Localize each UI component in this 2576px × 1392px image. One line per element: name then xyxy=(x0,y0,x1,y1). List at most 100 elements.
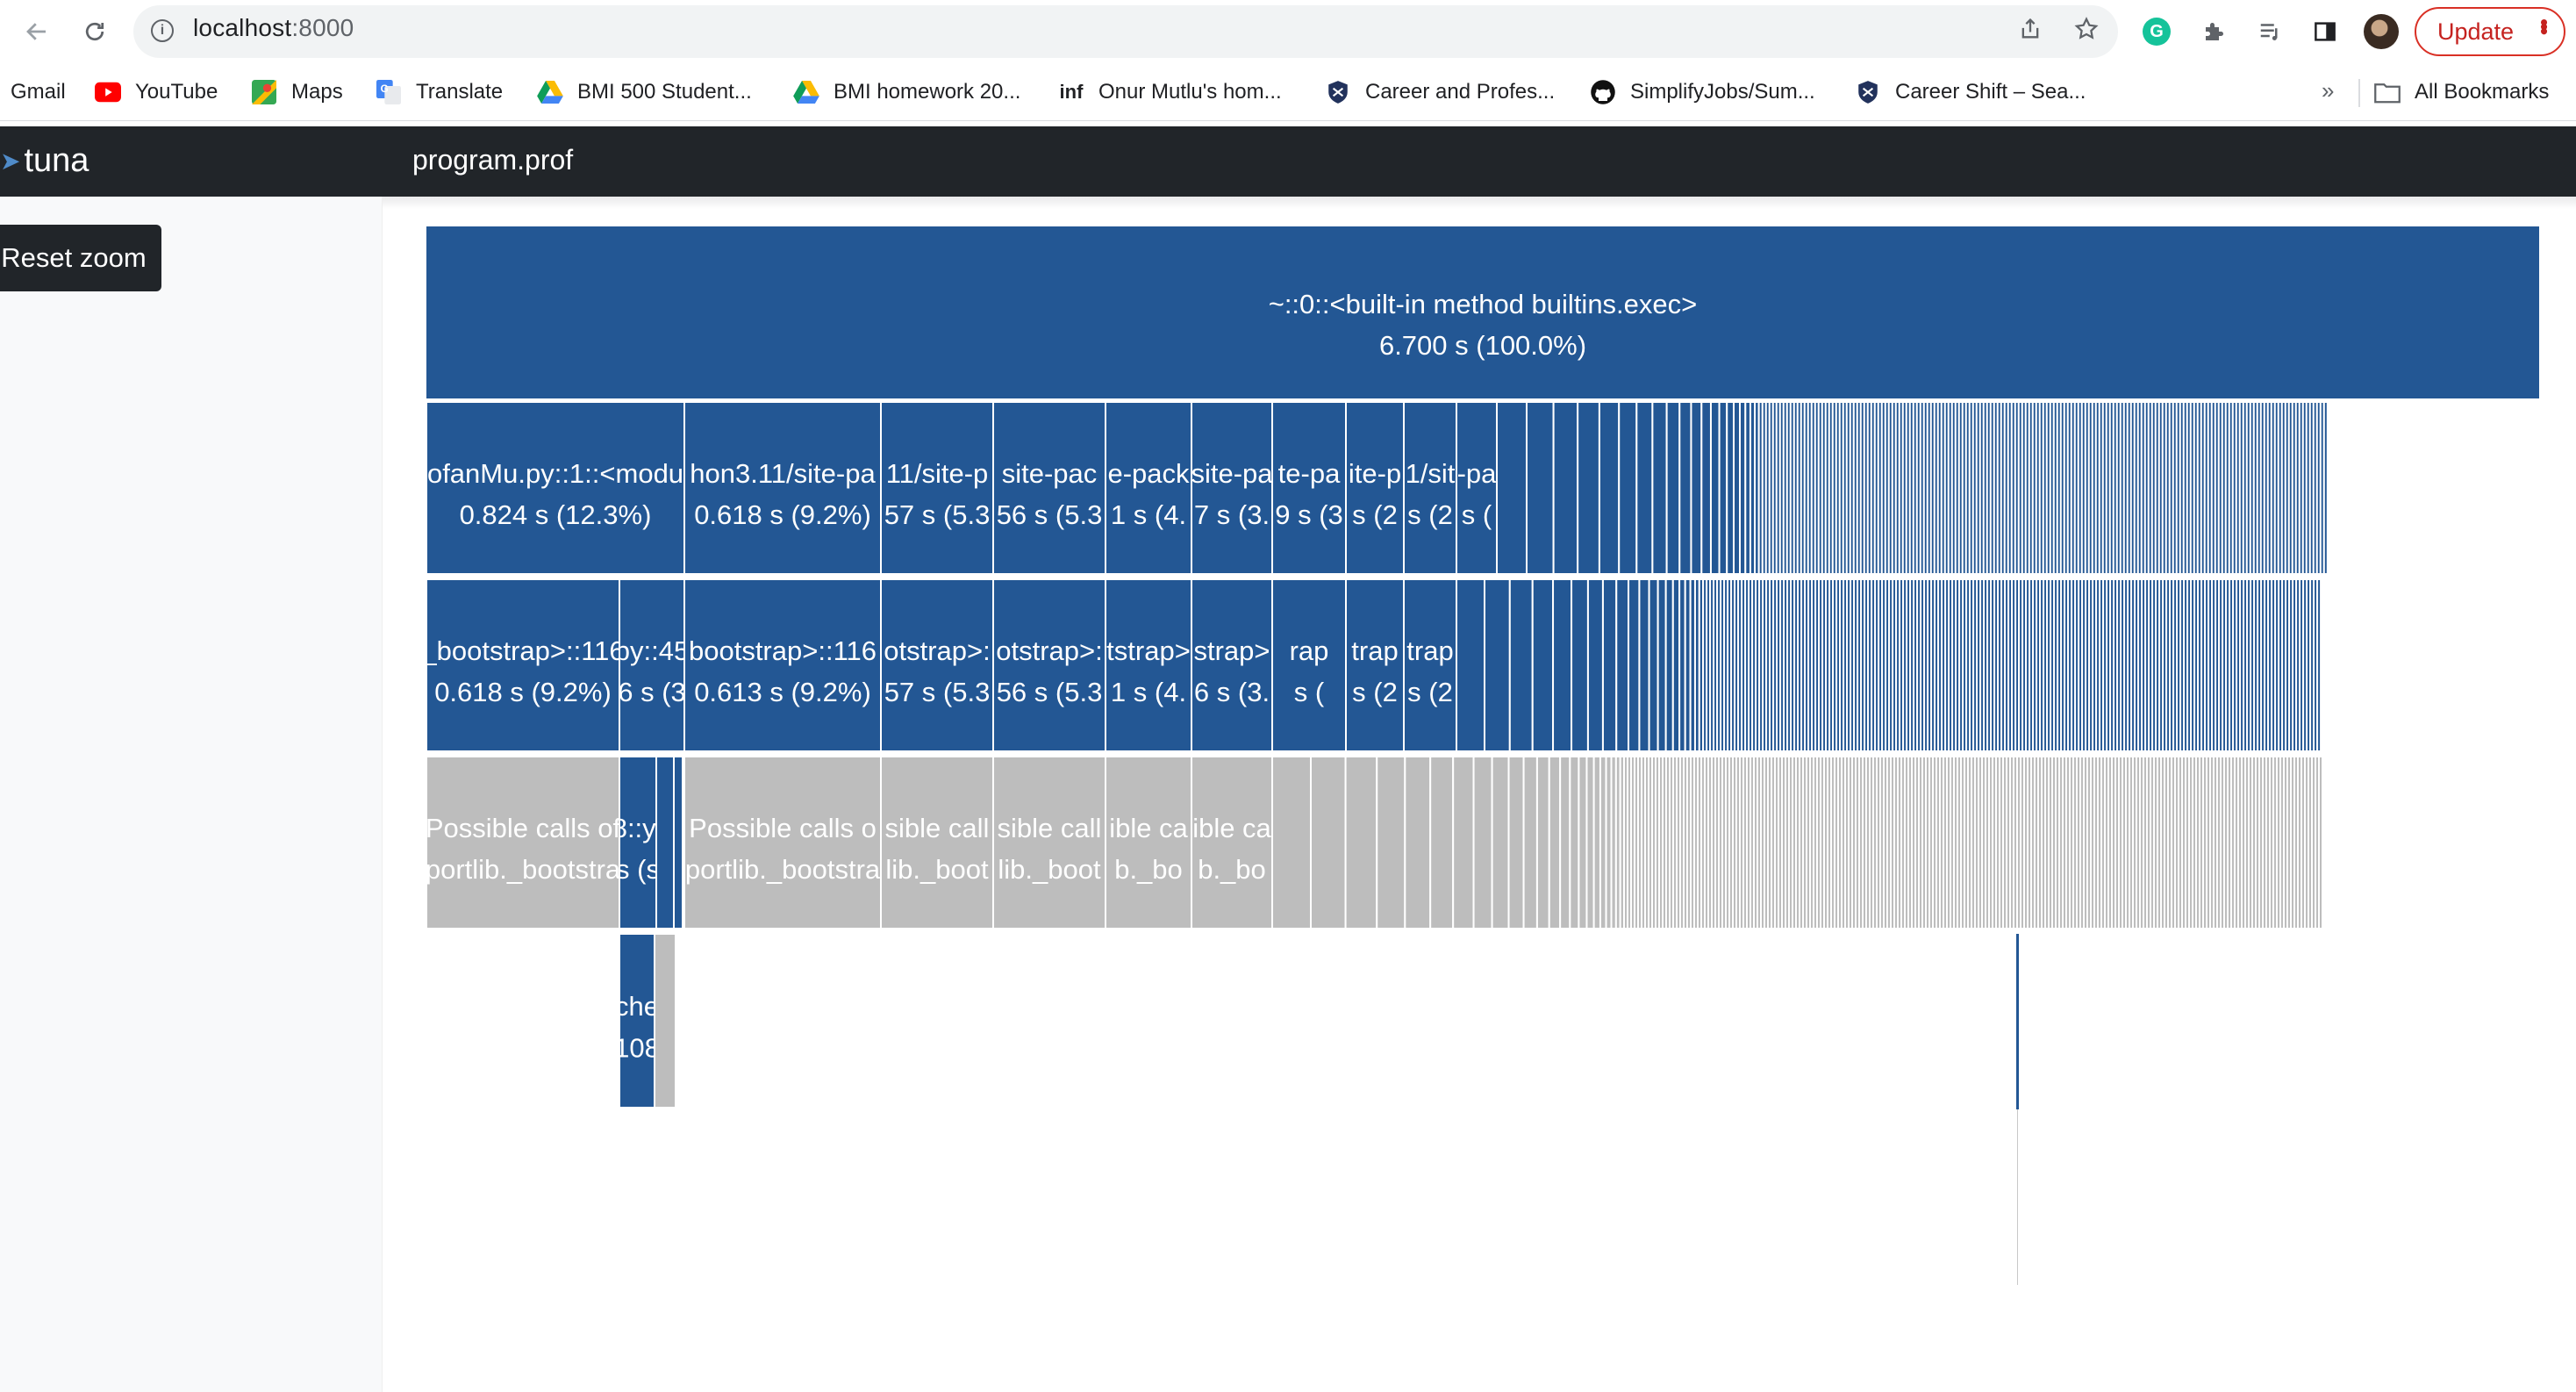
flame-block[interactable] xyxy=(1638,578,1650,752)
flame-block[interactable]: tstrap> 1 s (4. xyxy=(1105,578,1192,752)
flame-block[interactable]: e-pack 1 s (4. xyxy=(1105,401,1192,575)
flame-block[interactable] xyxy=(1628,578,1641,752)
flame-thin-block[interactable] xyxy=(2016,934,2019,1109)
flame-block[interactable]: te-pa 9 s (3 xyxy=(1271,401,1347,575)
flame-block[interactable] xyxy=(1484,578,1511,752)
flame-block[interactable] xyxy=(1552,401,1579,575)
icicle-graph[interactable]: ~::0::<built-in method builtins.exec> 6.… xyxy=(0,0,2576,1392)
flame-block[interactable]: sible call lib._boot xyxy=(880,756,994,929)
flame-block[interactable] xyxy=(1601,578,1618,752)
flame-block[interactable] xyxy=(1472,756,1493,929)
flame-block[interactable] xyxy=(1508,578,1534,752)
flame-block-stat: s (2 xyxy=(1407,677,1453,707)
flame-block[interactable] xyxy=(1429,756,1455,929)
flame-block[interactable]: 11/site-p 57 s (5.3 xyxy=(880,401,994,575)
flame-block-name: sible call xyxy=(885,813,990,843)
flame-block[interactable] xyxy=(2318,756,2324,929)
flame-block[interactable]: che 108 xyxy=(614,933,660,1109)
flame-block[interactable] xyxy=(1618,401,1638,575)
flame-thin-block[interactable] xyxy=(2017,1109,2018,1285)
flame-block[interactable]: ible ca b._bo xyxy=(1191,756,1273,929)
flame-block[interactable]: site-pac 56 s (5.3 xyxy=(992,401,1106,575)
flame-block[interactable] xyxy=(1718,401,1728,575)
flame-block-root-name: ~::0::<built-in method builtins.exec> xyxy=(1269,289,1698,319)
flame-block[interactable] xyxy=(1671,578,1681,752)
flame-block-stat: s ( xyxy=(1294,677,1325,707)
flame-block-name: 1/sit xyxy=(1406,458,1456,489)
flame-block[interactable] xyxy=(1571,578,1589,752)
flame-block[interactable] xyxy=(1507,756,1525,929)
flame-block[interactable]: sible call lib._boot xyxy=(992,756,1106,929)
flame-block[interactable]: ofanMu.py::1::<modu0.824 s (12.3%) xyxy=(426,401,685,575)
flame-block[interactable] xyxy=(1664,578,1674,752)
flame-block[interactable] xyxy=(1678,401,1692,575)
flame-block[interactable]: ite-p s (2 xyxy=(1345,401,1405,575)
flame-block[interactable] xyxy=(1531,578,1555,752)
flame-block[interactable] xyxy=(1598,401,1621,575)
flame-block[interactable] xyxy=(1535,756,1550,929)
flame-block[interactable] xyxy=(1592,756,1601,929)
flame-block[interactable]: _bootstrap>::1160.618 s (9.2%) xyxy=(420,578,624,752)
flame-block[interactable]: otstrap>: 56 s (5.3 xyxy=(992,578,1106,752)
flame-block-stat: 7 s (3. xyxy=(1194,499,1270,530)
flame-block[interactable] xyxy=(1344,756,1378,929)
flame-block[interactable] xyxy=(1700,401,1712,575)
flame-block[interactable] xyxy=(1648,578,1659,752)
flame-block[interactable] xyxy=(1586,578,1604,752)
flame-block-name: hon3.11/site-pa xyxy=(690,458,876,489)
flame-block[interactable] xyxy=(1577,401,1600,575)
flame-block[interactable] xyxy=(1615,578,1630,752)
flame-block-stat: 9 s (3 xyxy=(1275,499,1343,530)
flame-block[interactable] xyxy=(1585,756,1595,929)
flame-block[interactable] xyxy=(1456,578,1485,752)
flame-block[interactable]: 1/sit s (2 xyxy=(1403,401,1457,575)
flame-block[interactable] xyxy=(1665,401,1681,575)
flame-block-name: site-pac xyxy=(1002,458,1098,489)
flame-block[interactable] xyxy=(1690,401,1703,575)
flame-block[interactable] xyxy=(2316,578,2322,752)
flame-block-stat: 56 s (5.3 xyxy=(997,499,1103,530)
flame-block[interactable] xyxy=(1732,401,1741,575)
flame-block[interactable] xyxy=(1376,756,1406,929)
flame-block[interactable] xyxy=(1709,401,1721,575)
flame-block[interactable] xyxy=(1496,401,1528,575)
flame-block[interactable] xyxy=(1559,756,1571,929)
flame-block[interactable] xyxy=(1491,756,1510,929)
flame-block[interactable] xyxy=(1635,401,1654,575)
flame-block[interactable]: rap s ( xyxy=(1271,578,1347,752)
flame-block[interactable]: trap s (2 xyxy=(1403,578,1457,752)
flame-block[interactable]: hon3.11/site-pa 0.618 s (9.2%) xyxy=(683,401,882,575)
flame-block[interactable] xyxy=(1578,756,1588,929)
flame-block-root[interactable]: ~::0::<built-in method builtins.exec> 6.… xyxy=(426,226,2539,398)
flame-block[interactable] xyxy=(1657,578,1667,752)
flame-block[interactable]: strap> 6 s (3. xyxy=(1191,578,1273,752)
flame-block[interactable] xyxy=(654,933,676,1109)
flame-block[interactable]: bootstrap>::1160.613 s (9.2%) xyxy=(683,578,882,752)
flame-level-2: _bootstrap>::1160.618 s (9.2%)py::456 s … xyxy=(420,578,1457,752)
flame-block[interactable] xyxy=(1651,401,1668,575)
flame-block[interactable] xyxy=(2322,401,2329,575)
flame-block[interactable] xyxy=(1310,756,1347,929)
flame-block[interactable] xyxy=(1271,756,1312,929)
flame-block[interactable] xyxy=(1404,756,1432,929)
flame-block[interactable]: py::456 s (3 xyxy=(615,578,689,752)
flame-block-name: otstrap>: xyxy=(884,635,991,666)
flame-block[interactable] xyxy=(673,756,683,929)
flame-block[interactable]: -pa s ( xyxy=(1456,401,1498,575)
flame-block[interactable] xyxy=(1552,578,1573,752)
flame-block[interactable] xyxy=(1548,756,1562,929)
flame-block[interactable]: ible ca b._bo xyxy=(1105,756,1192,929)
flame-block-stat: b._bo xyxy=(1198,854,1266,885)
flame-block[interactable] xyxy=(1726,401,1735,575)
flame-block[interactable] xyxy=(1526,401,1555,575)
flame-block-stat: s (2 xyxy=(1352,677,1398,707)
flame-block[interactable]: Possible calls o portlib._bootstra xyxy=(683,756,882,929)
flame-block[interactable] xyxy=(1452,756,1475,929)
flame-block[interactable] xyxy=(1569,756,1580,929)
flame-block[interactable]: site-pa 7 s (3. xyxy=(1191,401,1273,575)
flame-block[interactable]: Possible calls of portlib._bootstra xyxy=(426,756,621,929)
flame-block[interactable] xyxy=(655,756,675,929)
flame-block[interactable] xyxy=(1522,756,1538,929)
flame-block[interactable]: trap s (2 xyxy=(1345,578,1405,752)
flame-block[interactable]: otstrap>: 57 s (5.3 xyxy=(880,578,994,752)
